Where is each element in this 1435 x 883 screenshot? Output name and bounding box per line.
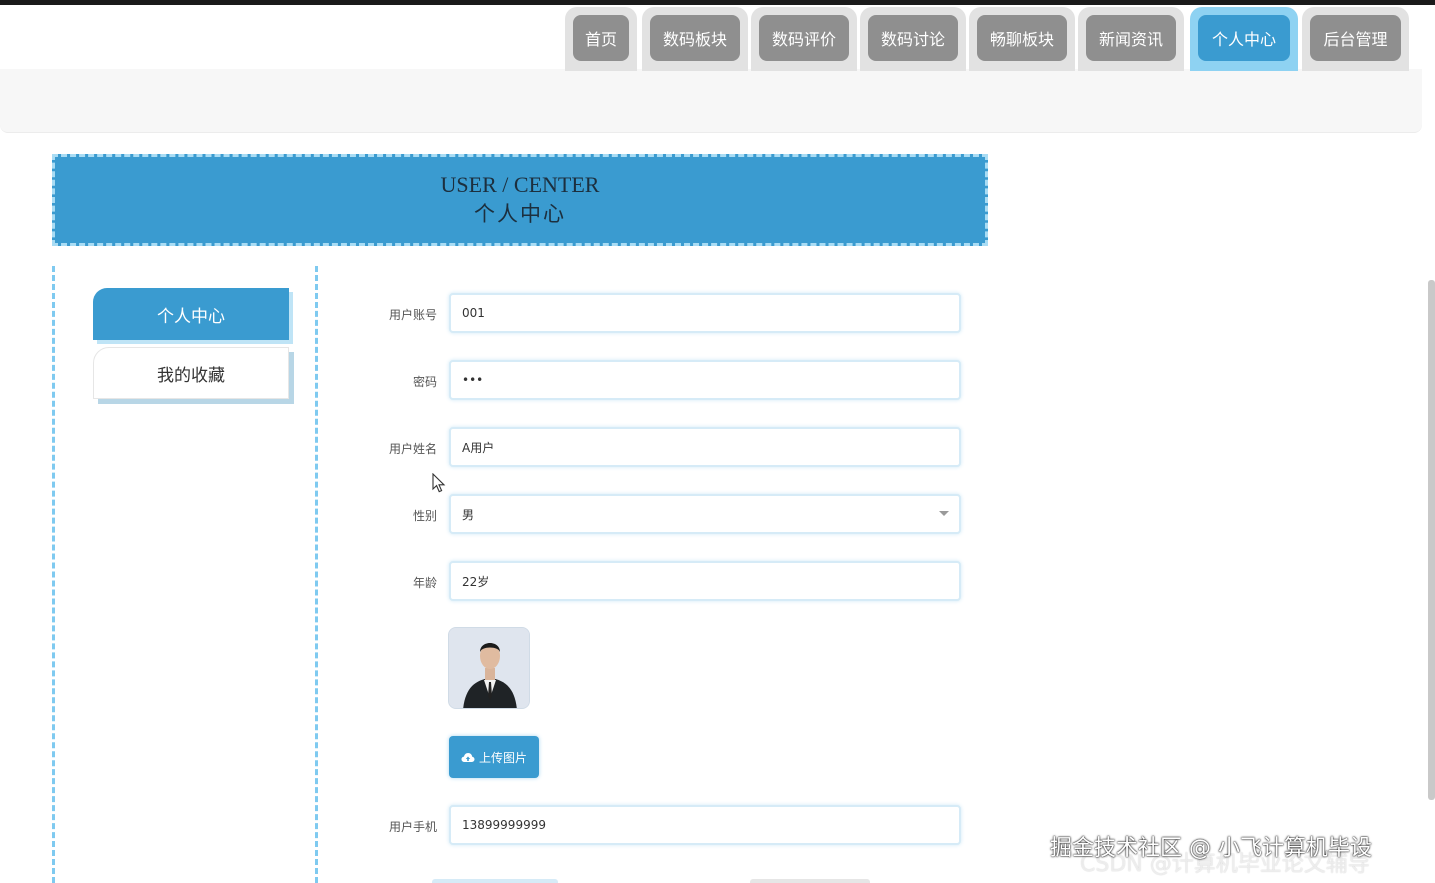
partial-button-edge (432, 879, 558, 883)
nav-tab-label: 后台管理 (1310, 15, 1401, 61)
password-field[interactable]: ••• (449, 360, 961, 400)
nav-tab-label: 数码评价 (759, 15, 849, 61)
nav-tab-home[interactable]: 首页 (565, 7, 637, 71)
nav-tab-digital-review[interactable]: 数码评价 (751, 7, 857, 71)
gender-value: 男 (462, 507, 475, 522)
phone-value: 13899999999 (462, 818, 546, 832)
nav-tab-label: 数码板块 (650, 15, 740, 61)
name-label: 用户姓名 (388, 442, 437, 456)
banner-title: USER / CENTER (440, 172, 600, 197)
person-portrait-icon (449, 628, 529, 708)
password-label: 密码 (412, 375, 437, 389)
nav-tab-admin[interactable]: 后台管理 (1302, 7, 1409, 71)
name-field[interactable]: A用户 (449, 427, 961, 467)
page-banner: USER / CENTER 个人中心 (52, 154, 988, 246)
nav-tab-label: 新闻资讯 (1086, 15, 1176, 61)
age-value: 22岁 (462, 574, 490, 589)
nav-tab-label: 首页 (573, 15, 629, 61)
mouse-pointer-icon (432, 473, 446, 493)
chevron-down-icon (939, 511, 949, 516)
account-field[interactable]: 001 (449, 293, 961, 333)
password-value: ••• (462, 373, 484, 387)
page-scrollbar[interactable] (1428, 280, 1435, 800)
upload-image-button[interactable]: 上传图片 (449, 736, 539, 778)
account-value: 001 (462, 306, 485, 320)
phone-label: 用户手机 (388, 820, 437, 834)
nav-tab-digital-board[interactable]: 数码板块 (642, 7, 748, 71)
header-strip (0, 69, 1422, 133)
watermark-primary: 掘金技术社区 @ 小飞计算机毕设 (1050, 836, 1372, 861)
phone-field[interactable]: 13899999999 (449, 805, 961, 845)
nav-tab-chat-board[interactable]: 畅聊板块 (969, 7, 1075, 71)
gender-select[interactable]: 男 (449, 494, 961, 534)
sidebar-item-user-center[interactable]: 个人中心 (93, 288, 289, 340)
age-label: 年龄 (412, 576, 437, 590)
gender-label: 性别 (412, 509, 437, 523)
sidebar-right-border (315, 266, 319, 883)
nav-tab-news[interactable]: 新闻资讯 (1078, 7, 1184, 71)
age-field[interactable]: 22岁 (449, 561, 961, 601)
sidebar-left-border (52, 266, 56, 883)
partial-button-edge (750, 879, 870, 883)
cloud-upload-icon (461, 752, 475, 762)
nav-tab-label: 个人中心 (1198, 15, 1290, 61)
nav-tab-label: 数码讨论 (868, 15, 958, 61)
nav-tab-label: 畅聊板块 (977, 15, 1067, 61)
sidebar-item-label: 个人中心 (157, 306, 225, 327)
avatar-image[interactable] (448, 627, 530, 709)
upload-button-label: 上传图片 (478, 750, 527, 765)
banner-subtitle: 个人中心 (474, 202, 566, 226)
sidebar-item-label: 我的收藏 (157, 365, 225, 386)
nav-tab-user-center[interactable]: 个人中心 (1190, 7, 1298, 71)
nav-tab-digital-discussion[interactable]: 数码讨论 (860, 7, 966, 71)
account-label: 用户账号 (388, 308, 437, 322)
name-value: A用户 (462, 440, 495, 455)
sidebar-item-favorites[interactable]: 我的收藏 (93, 347, 289, 399)
